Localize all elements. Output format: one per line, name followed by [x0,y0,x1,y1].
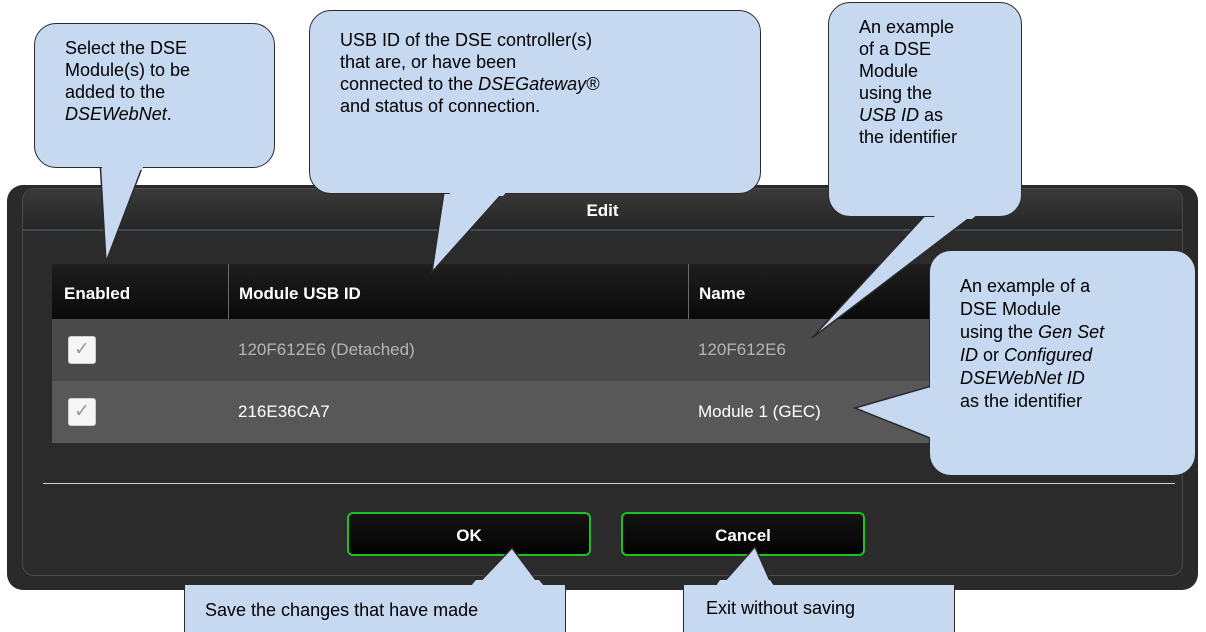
module-table: Enabled Module USB ID Name ✓ 120F612E6 (… [52,264,1050,444]
callout-line: USB ID as [859,105,944,125]
callout-line: and status of connection. [340,96,541,116]
callout-line: the identifier [859,127,958,147]
table-row[interactable]: ✓ 216E36CA7 Module 1 (GEC) [52,381,1050,443]
column-header-enabled[interactable]: Enabled [64,264,130,319]
name-cell: 120F612E6 [698,340,786,359]
usb-id-cell: 120F612E6 (Detached) [238,340,415,359]
table-header: Enabled Module USB ID Name [52,264,1050,319]
table-row[interactable]: ✓ 120F612E6 (Detached) 120F612E6 [52,319,1050,381]
callout-line: DSE Module [960,299,1062,319]
callout-line: ID or Configured [960,345,1093,365]
callout-line: USB ID of the DSE controller(s) [340,30,593,50]
callout-line: An example of a [960,276,1091,296]
callout-example-usb-id: An example of a DSE Module using the USB… [828,2,1022,217]
callout-line: Exit without saving [706,598,856,618]
callout-line: connected to the DSEGateway® [340,74,600,94]
callout-line: that are, or have been [340,52,517,72]
callout-exit: Exit without saving [683,584,955,632]
divider [43,483,1175,484]
callout-line: DSEWebNet ID [960,368,1085,388]
callout-line: Save the changes that have made [205,600,479,620]
callout-line: as the identifier [960,391,1083,411]
callout-example-gen-set-id: An example of a DSE Module using the Gen… [929,250,1196,476]
usb-id-cell: 216E36CA7 [238,402,330,421]
callout-line: added to the [65,82,166,102]
enabled-checkbox[interactable]: ✓ [68,336,96,364]
callout-line: Module [859,61,919,81]
callout-line: using the Gen Set [960,322,1105,342]
enabled-checkbox[interactable]: ✓ [68,398,96,426]
callout-line: DSEWebNet. [65,104,172,124]
callout-select-modules: Select the DSE Module(s) to be added to … [34,23,275,168]
callout-line: An example [859,17,955,37]
callout-save: Save the changes that have made [184,584,566,632]
cancel-button[interactable]: Cancel [621,512,865,556]
callout-line: using the [859,83,933,103]
column-header-usb-id[interactable]: Module USB ID [228,264,519,319]
callout-line: Select the DSE [65,38,188,58]
callout-usb-id: USB ID of the DSE controller(s) that are… [309,10,761,194]
ok-button[interactable]: OK [347,512,591,556]
callout-line: Module(s) to be [65,60,191,80]
callout-line: of a DSE [859,39,932,59]
name-cell: Module 1 (GEC) [698,402,821,421]
